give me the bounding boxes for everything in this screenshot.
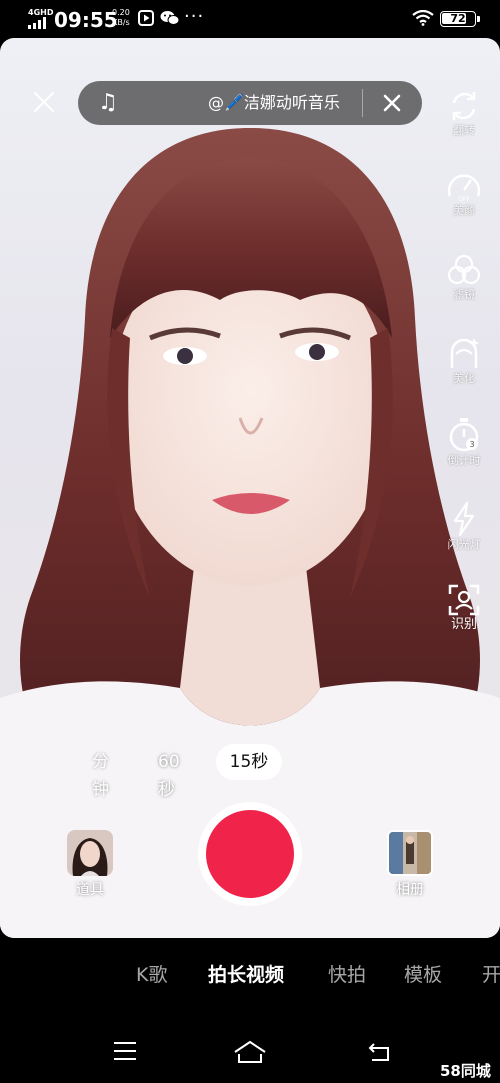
recognize-button[interactable]: 识别 [440, 582, 488, 632]
props-label: 道具 [76, 882, 104, 898]
beautify-button[interactable]: 美化 [440, 334, 488, 386]
system-nav-bar [0, 1030, 500, 1083]
flip-camera-button[interactable]: 翻转 [440, 88, 488, 138]
network-speed: 0.20 KB/s [112, 8, 130, 28]
battery-nub [477, 16, 480, 22]
recognize-label: 识别 [450, 617, 477, 632]
mode-tabs: K歌 拍长视频 快拍 模板 开 [0, 952, 500, 1000]
network-type: 4GHD [28, 8, 54, 17]
battery-level: 72 [450, 12, 466, 25]
filter-button[interactable]: 滤镜 [440, 252, 488, 302]
more-notifications-icon: ··· [184, 6, 205, 27]
duration-minutes[interactable]: 分钟 [92, 748, 109, 804]
album-button[interactable]: 相册 [386, 830, 434, 900]
music-title: @🖊️洁娜动听音乐 [208, 93, 340, 112]
timer-label: 倒计时 [447, 454, 481, 467]
props-button[interactable]: 道具 [66, 830, 114, 900]
flip-camera-label: 翻转 [453, 124, 475, 137]
status-bar: 4GHD 09:55 0.20 KB/s ··· 72 [0, 0, 500, 38]
clock: 09:55 [54, 8, 118, 32]
mode-live[interactable]: 开 [482, 962, 500, 988]
beauty-speedometer-icon: OFF [447, 174, 481, 203]
camera-viewfinder[interactable]: ♫ @🖊️洁娜动听音乐 翻转 OFF 美颜 滤镜 美化 3 倒计时 闪光灯 识别… [0, 38, 500, 938]
speed-value: 0.20 [112, 8, 130, 17]
speed-unit: KB/s [112, 18, 130, 27]
svg-text:3: 3 [469, 440, 474, 449]
menu-icon[interactable] [112, 1040, 138, 1062]
duration-60s[interactable]: 60秒 [158, 748, 180, 804]
home-icon[interactable] [232, 1040, 268, 1064]
flash-button[interactable]: 闪光灯 [440, 500, 488, 552]
filter-label: 滤镜 [453, 288, 475, 301]
close-camera-icon[interactable] [32, 90, 56, 114]
remove-music-icon[interactable] [382, 93, 402, 113]
svg-text:OFF: OFF [458, 196, 470, 203]
music-divider [362, 89, 363, 117]
wifi-icon [412, 10, 434, 26]
wechat-icon [160, 11, 180, 25]
mode-long-video[interactable]: 拍长视频 [208, 962, 284, 988]
album-label: 相册 [396, 882, 424, 898]
record-button-core [206, 810, 294, 898]
signal-icon [28, 17, 46, 29]
duration-15s[interactable]: 15秒 [216, 744, 282, 780]
beautify-face-icon [450, 338, 479, 368]
scan-recognize-icon [448, 584, 480, 616]
record-button[interactable] [198, 802, 302, 906]
battery-indicator: 72 [440, 11, 476, 27]
timer-icon: 3 [449, 418, 479, 452]
flash-icon [453, 501, 475, 537]
flash-label: 闪光灯 [447, 538, 481, 551]
beauty-button[interactable]: OFF 美颜 [440, 168, 488, 218]
mode-template[interactable]: 模板 [404, 962, 442, 988]
back-icon[interactable] [366, 1040, 394, 1064]
watermark-logo: 58同城 [440, 1062, 491, 1080]
music-note-icon: ♫ [98, 90, 118, 115]
timer-button[interactable]: 3 倒计时 [440, 416, 488, 468]
beautify-label: 美化 [453, 372, 475, 385]
selected-music-bar[interactable]: ♫ @🖊️洁娜动听音乐 [78, 81, 422, 125]
album-thumbnail [387, 830, 433, 876]
flip-camera-icon [452, 92, 476, 120]
filter-icon [447, 254, 481, 285]
mode-karaoke[interactable]: K歌 [136, 962, 167, 988]
props-thumbnail [67, 830, 113, 876]
play-notification-icon [138, 10, 154, 26]
beauty-label: 美颜 [453, 204, 475, 217]
mode-quick-shot[interactable]: 快拍 [328, 962, 366, 988]
